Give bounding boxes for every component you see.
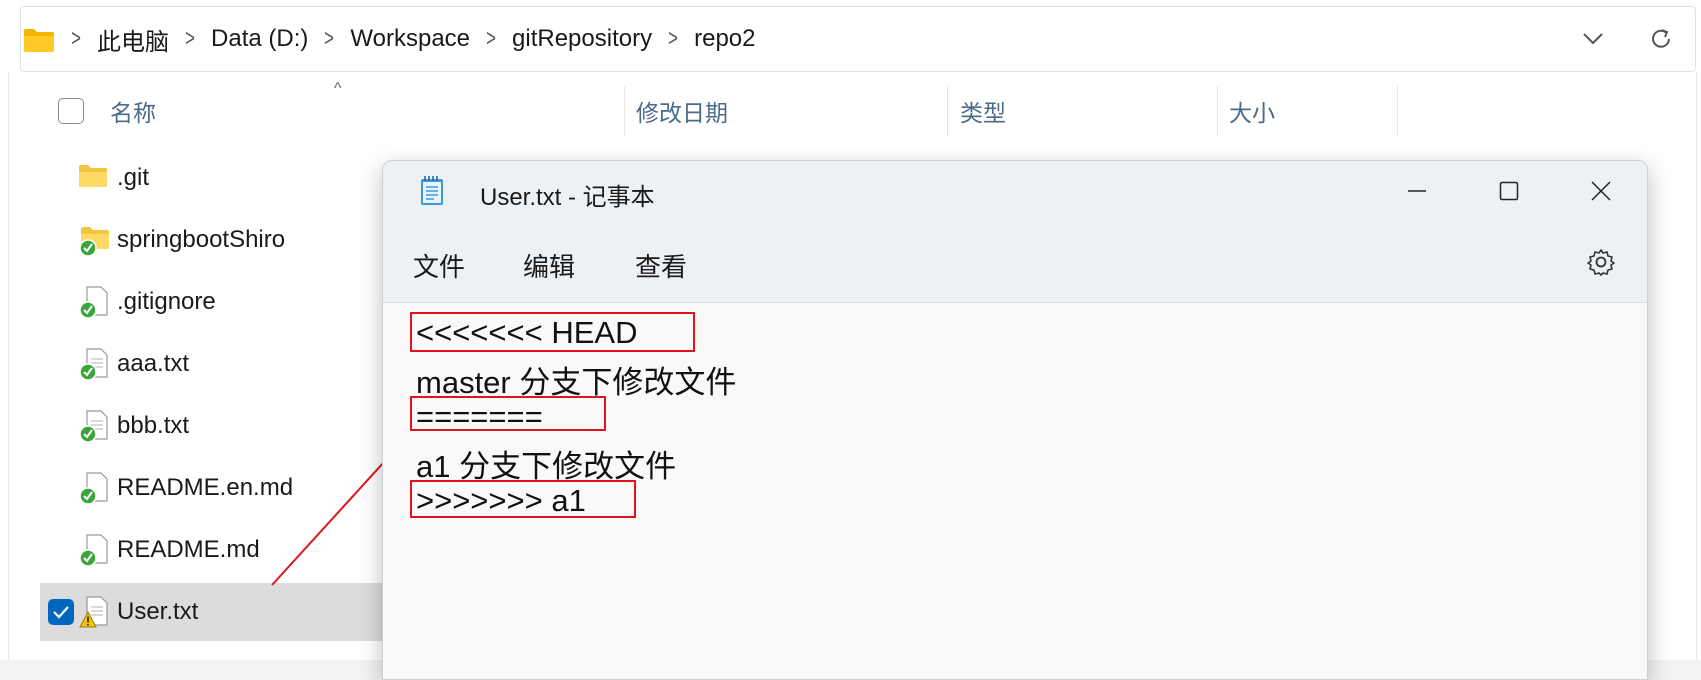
notepad-window: User.txt - 记事本 文件 编辑 查看 <<<<<<< HEAD mas… (382, 160, 1648, 680)
close-icon (1591, 181, 1611, 201)
maximize-icon (1499, 181, 1519, 201)
highlight-box (410, 396, 606, 431)
notepad-app-icon (418, 175, 446, 212)
file-explorer-window: > 此电脑 > Data (D:) > Workspace > gitRepos… (0, 0, 1701, 680)
notepad-text-area[interactable]: <<<<<<< HEAD master 分支下修改文件 ======= a1 分… (383, 303, 1647, 679)
maximize-button[interactable] (1463, 161, 1555, 221)
close-button[interactable] (1555, 161, 1647, 221)
minimize-button[interactable] (1371, 161, 1463, 221)
menu-view[interactable]: 查看 (635, 247, 687, 284)
settings-button[interactable] (1586, 247, 1616, 282)
notepad-title: User.txt - 记事本 (480, 184, 655, 211)
minimize-icon (1408, 190, 1426, 192)
gear-icon (1587, 249, 1615, 276)
highlight-box (410, 312, 695, 352)
notepad-titlebar[interactable]: User.txt - 记事本 (383, 161, 1647, 221)
menu-file[interactable]: 文件 (413, 247, 465, 284)
highlight-box (410, 480, 636, 518)
menu-edit[interactable]: 编辑 (523, 247, 575, 284)
notepad-menubar: 文件 编辑 查看 (383, 221, 1647, 303)
